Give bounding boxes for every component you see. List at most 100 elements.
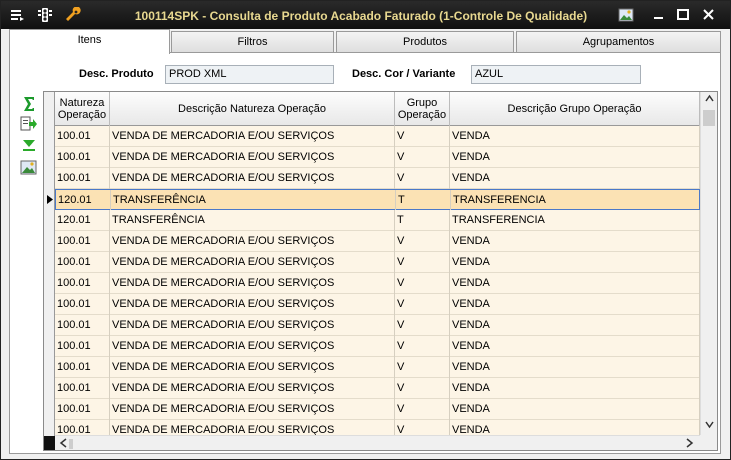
table-cell[interactable]: VENDA <box>450 126 700 147</box>
table-row[interactable]: 100.01 VENDA DE MERCADORIA E/OU SERVIÇOS V… <box>55 399 700 420</box>
table-row[interactable]: 100.01 VENDA DE MERCADORIA E/OU SERVIÇOS V… <box>55 378 700 399</box>
table-cell[interactable]: VENDA <box>450 378 700 399</box>
col-header-grupo[interactable]: Grupo Operação <box>395 92 450 126</box>
traffic-light-icon[interactable] <box>37 7 53 23</box>
table-cell[interactable]: T <box>396 190 451 211</box>
table-cell[interactable]: VENDA DE MERCADORIA E/OU SERVIÇOS <box>110 252 395 273</box>
table-cell[interactable]: 120.01 <box>55 210 110 231</box>
table-cell[interactable]: 100.01 <box>55 273 110 294</box>
col-header-desc-grupo[interactable]: Descrição Grupo Operação <box>450 92 700 126</box>
table-cell[interactable]: 100.01 <box>55 399 110 420</box>
table-cell[interactable]: TRANSFERENCIA <box>451 190 701 211</box>
table-row[interactable]: 100.01 VENDA DE MERCADORIA E/OU SERVIÇOS V… <box>55 294 700 315</box>
tab-itens[interactable]: Itens <box>9 29 170 54</box>
table-row[interactable]: 100.01 VENDA DE MERCADORIA E/OU SERVIÇOS V… <box>55 357 700 378</box>
table-cell[interactable]: 100.01 <box>55 357 110 378</box>
desc-produto-field[interactable]: PROD XML <box>165 65 334 84</box>
scroll-right-icon[interactable] <box>685 438 694 450</box>
table-cell[interactable]: V <box>395 378 450 399</box>
table-cell[interactable]: 120.01 <box>56 190 111 211</box>
table-cell[interactable]: VENDA DE MERCADORIA E/OU SERVIÇOS <box>110 273 395 294</box>
table-cell[interactable]: TRANSFERÊNCIA <box>111 190 396 211</box>
horizontal-scroll-thumb[interactable] <box>69 439 73 449</box>
table-cell[interactable]: VENDA <box>450 168 700 189</box>
table-cell[interactable]: V <box>395 273 450 294</box>
vertical-scroll-thumb[interactable] <box>703 110 715 126</box>
col-header-desc-natureza[interactable]: Descrição Natureza Operação <box>110 92 395 126</box>
table-cell[interactable]: VENDA DE MERCADORIA E/OU SERVIÇOS <box>110 315 395 336</box>
table-cell[interactable]: V <box>395 399 450 420</box>
minimize-button[interactable] <box>650 7 668 23</box>
export-icon[interactable] <box>20 115 38 133</box>
scroll-down-icon[interactable] <box>705 420 714 432</box>
table-cell[interactable]: VENDA DE MERCADORIA E/OU SERVIÇOS <box>110 147 395 168</box>
vertical-scrollbar[interactable] <box>700 92 717 435</box>
table-cell[interactable]: VENDA DE MERCADORIA E/OU SERVIÇOS <box>110 294 395 315</box>
table-cell[interactable]: V <box>395 126 450 147</box>
table-cell[interactable]: VENDA DE MERCADORIA E/OU SERVIÇOS <box>110 399 395 420</box>
table-cell[interactable]: V <box>395 252 450 273</box>
table-cell[interactable]: VENDA <box>450 147 700 168</box>
table-row[interactable]: 100.01 VENDA DE MERCADORIA E/OU SERVIÇOS V… <box>55 147 700 168</box>
table-cell[interactable]: VENDA DE MERCADORIA E/OU SERVIÇOS <box>110 168 395 189</box>
table-row[interactable]: 100.01 VENDA DE MERCADORIA E/OU SERVIÇOS V… <box>55 168 700 189</box>
scroll-up-icon[interactable] <box>705 94 714 106</box>
table-cell[interactable]: VENDA DE MERCADORIA E/OU SERVIÇOS <box>110 357 395 378</box>
table-cell[interactable]: V <box>395 147 450 168</box>
table-cell[interactable]: 100.01 <box>55 147 110 168</box>
wrench-icon[interactable] <box>65 6 81 23</box>
table-cell[interactable]: VENDA DE MERCADORIA E/OU SERVIÇOS <box>110 378 395 399</box>
table-cell[interactable]: VENDA <box>450 231 700 252</box>
maximize-button[interactable] <box>674 7 692 23</box>
results-grid[interactable]: Natureza Operação Descrição Natureza Ope… <box>43 91 718 451</box>
table-cell[interactable]: 100.01 <box>55 336 110 357</box>
table-cell[interactable]: V <box>395 168 450 189</box>
tab-produtos[interactable]: Produtos <box>336 31 514 53</box>
table-cell[interactable]: V <box>395 294 450 315</box>
table-cell[interactable]: VENDA DE MERCADORIA E/OU SERVIÇOS <box>110 336 395 357</box>
table-cell[interactable]: V <box>395 357 450 378</box>
table-cell[interactable]: TRANSFERÊNCIA <box>110 210 395 231</box>
desc-cor-field[interactable]: AZUL <box>471 65 641 84</box>
tab-filtros[interactable]: Filtros <box>171 31 334 53</box>
table-cell[interactable]: 100.01 <box>55 294 110 315</box>
table-row[interactable]: 100.01 VENDA DE MERCADORIA E/OU SERVIÇOS V… <box>55 126 700 147</box>
table-row[interactable]: 100.01 VENDA DE MERCADORIA E/OU SERVIÇOS V… <box>55 273 700 294</box>
table-cell[interactable]: VENDA DE MERCADORIA E/OU SERVIÇOS <box>110 231 395 252</box>
col-header-natureza[interactable]: Natureza Operação <box>55 92 110 126</box>
table-cell[interactable]: V <box>395 336 450 357</box>
table-row[interactable]: 100.01 VENDA DE MERCADORIA E/OU SERVIÇOS V… <box>55 231 700 252</box>
table-row[interactable]: 100.01 VENDA DE MERCADORIA E/OU SERVIÇOS V… <box>55 315 700 336</box>
table-cell[interactable]: 100.01 <box>55 126 110 147</box>
image-icon[interactable] <box>618 7 634 23</box>
horizontal-scrollbar[interactable] <box>55 435 700 450</box>
table-cell[interactable]: 100.01 <box>55 315 110 336</box>
table-cell[interactable]: 100.01 <box>55 168 110 189</box>
close-button[interactable] <box>700 7 718 23</box>
table-cell[interactable]: 100.01 <box>55 378 110 399</box>
sum-icon[interactable] <box>20 95 38 113</box>
table-cell[interactable]: VENDA <box>450 252 700 273</box>
table-cell[interactable]: VENDA <box>450 273 700 294</box>
table-cell[interactable]: 100.01 <box>55 231 110 252</box>
table-cell[interactable]: V <box>395 231 450 252</box>
table-cell[interactable]: TRANSFERENCIA <box>450 210 700 231</box>
menu-icon[interactable] <box>9 7 25 23</box>
table-row[interactable]: 120.01 TRANSFERÊNCIA T TRANSFERENCIA <box>55 189 701 211</box>
table-cell[interactable]: 100.01 <box>55 252 110 273</box>
table-row[interactable]: 100.01 VENDA DE MERCADORIA E/OU SERVIÇOS V… <box>55 336 700 357</box>
table-cell[interactable]: VENDA <box>450 357 700 378</box>
table-cell[interactable]: VENDA <box>450 399 700 420</box>
table-row[interactable]: 100.01 VENDA DE MERCADORIA E/OU SERVIÇOS V… <box>55 252 700 273</box>
table-cell[interactable]: VENDA <box>450 336 700 357</box>
table-cell[interactable]: VENDA <box>450 315 700 336</box>
table-cell[interactable]: V <box>395 315 450 336</box>
filter-down-icon[interactable] <box>20 137 38 155</box>
table-cell[interactable]: VENDA <box>450 294 700 315</box>
table-row[interactable]: 120.01 TRANSFERÊNCIA T TRANSFERENCIA <box>55 210 700 231</box>
tab-agrupamentos[interactable]: Agrupamentos <box>516 31 721 53</box>
scroll-left-icon[interactable] <box>59 438 68 450</box>
table-cell[interactable]: VENDA DE MERCADORIA E/OU SERVIÇOS <box>110 126 395 147</box>
image-icon[interactable] <box>20 159 38 177</box>
table-cell[interactable]: T <box>395 210 450 231</box>
